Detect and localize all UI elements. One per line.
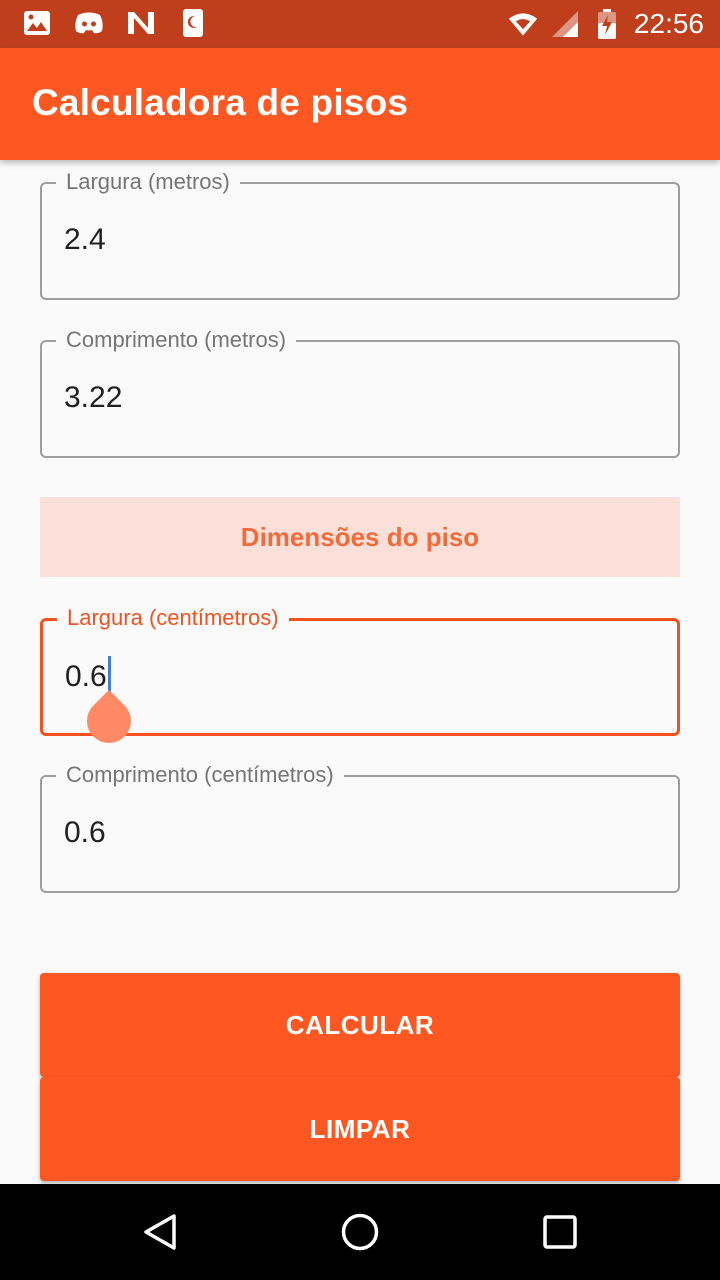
- tile-width-field[interactable]: Largura (centímetros) 0.6: [40, 603, 680, 753]
- notification-icons: [22, 8, 208, 38]
- form-content: Largura (metros) 2.4 Comprimento (metros…: [0, 160, 720, 1184]
- clear-button[interactable]: LIMPAR: [40, 1077, 680, 1181]
- tile-length-value[interactable]: 0.6: [64, 813, 106, 853]
- text-cursor: [107, 656, 111, 692]
- room-length-label: Comprimento (metros): [56, 325, 297, 355]
- tile-width-value: 0.6: [65, 660, 107, 693]
- system-icons: 22:56: [508, 6, 704, 42]
- battery-charging-icon: [592, 9, 622, 39]
- room-width-value[interactable]: 2.4: [64, 220, 106, 260]
- section-title: Dimensões do piso: [240, 521, 480, 552]
- image-icon: [22, 8, 52, 38]
- room-length-field[interactable]: Comprimento (metros) 3.22: [40, 325, 680, 458]
- tile-length-field[interactable]: Comprimento (centímetros) 0.6: [40, 760, 680, 893]
- recents-icon[interactable]: [540, 1212, 580, 1252]
- tile-length-label: Comprimento (centímetros): [56, 760, 344, 790]
- room-length-value[interactable]: 3.22: [64, 378, 122, 418]
- back-icon[interactable]: [140, 1212, 180, 1252]
- clock: 22:56: [633, 8, 704, 39]
- app-bar: Calculadora de pisos: [0, 48, 720, 160]
- navigation-bar: [0, 1184, 720, 1280]
- room-width-label: Largura (metros): [56, 167, 240, 197]
- sleep-icon: [178, 8, 208, 38]
- app-title: Calculadora de pisos: [32, 82, 409, 123]
- tile-width-input[interactable]: 0.6: [65, 656, 111, 697]
- discord-icon: [74, 8, 104, 38]
- cursor-handle[interactable]: [77, 689, 141, 753]
- status-bar: 22:56: [0, 0, 720, 48]
- home-icon[interactable]: [340, 1212, 380, 1252]
- room-width-field[interactable]: Largura (metros) 2.4: [40, 167, 680, 300]
- wifi-icon: [508, 9, 538, 39]
- tile-dimensions-header: Dimensões do piso: [40, 497, 680, 577]
- signal-icon: [550, 9, 580, 39]
- tile-width-label: Largura (centímetros): [57, 603, 289, 633]
- calculate-button[interactable]: CALCULAR: [40, 973, 680, 1077]
- n-app-icon: [126, 8, 156, 38]
